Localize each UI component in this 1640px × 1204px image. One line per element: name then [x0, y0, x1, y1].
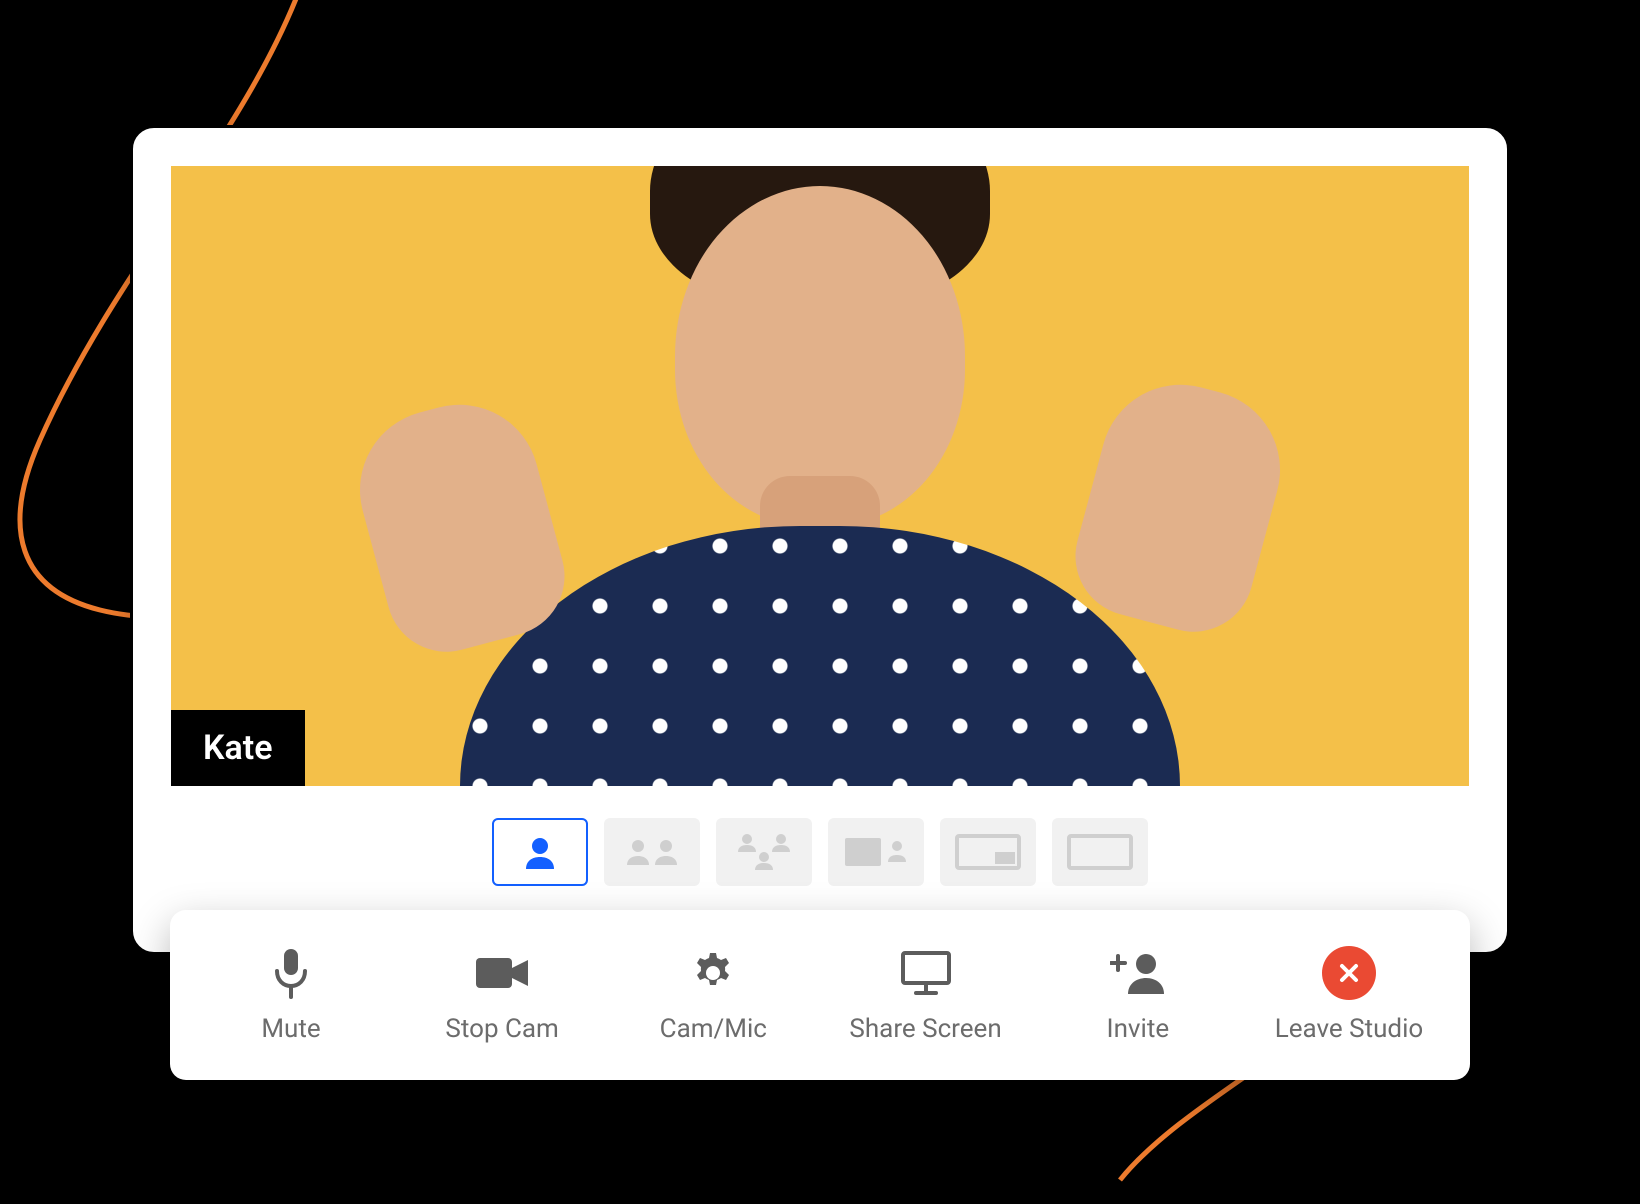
cam-mic-label: Cam/Mic — [660, 1014, 767, 1044]
stop-cam-label: Stop Cam — [445, 1014, 558, 1044]
add-person-icon — [1110, 946, 1166, 1000]
layout-grid-3[interactable] — [716, 818, 812, 886]
gear-icon — [689, 946, 737, 1000]
leave-studio-label: Leave Studio — [1275, 1014, 1424, 1044]
feature-layout-icon — [841, 832, 911, 872]
microphone-icon — [271, 946, 311, 1000]
person-icon — [520, 835, 560, 869]
video-feed: Kate — [171, 166, 1469, 786]
screen-layout-icon — [1065, 832, 1135, 872]
layout-two-up[interactable] — [604, 818, 700, 886]
layout-screen[interactable] — [1052, 818, 1148, 886]
layout-selector — [492, 818, 1148, 886]
pip-layout-icon — [953, 832, 1023, 872]
cam-mic-button[interactable]: Cam/Mic — [638, 946, 788, 1044]
mute-label: Mute — [261, 1014, 320, 1044]
layout-single[interactable] — [492, 818, 588, 886]
layout-pip[interactable] — [940, 818, 1036, 886]
share-screen-label: Share Screen — [849, 1014, 1001, 1044]
invite-label: Invite — [1107, 1014, 1170, 1044]
mute-button[interactable]: Mute — [216, 946, 366, 1044]
stop-cam-button[interactable]: Stop Cam — [427, 946, 577, 1044]
two-people-icon — [622, 837, 682, 867]
camera-icon — [474, 946, 530, 1000]
participant-name-tag: Kate — [171, 710, 305, 786]
studio-window: Kate — [130, 125, 1510, 955]
layout-feature[interactable] — [828, 818, 924, 886]
participant-name: Kate — [203, 728, 273, 768]
close-icon — [1322, 946, 1376, 1000]
three-people-icon — [733, 832, 795, 872]
share-screen-button[interactable]: Share Screen — [849, 946, 1001, 1044]
monitor-icon — [900, 946, 952, 1000]
leave-studio-button[interactable]: Leave Studio — [1274, 946, 1424, 1044]
invite-button[interactable]: Invite — [1063, 946, 1213, 1044]
control-toolbar: Mute Stop Cam Cam/Mic Share Scre — [170, 910, 1470, 1080]
participant-video-placeholder — [430, 166, 1210, 786]
